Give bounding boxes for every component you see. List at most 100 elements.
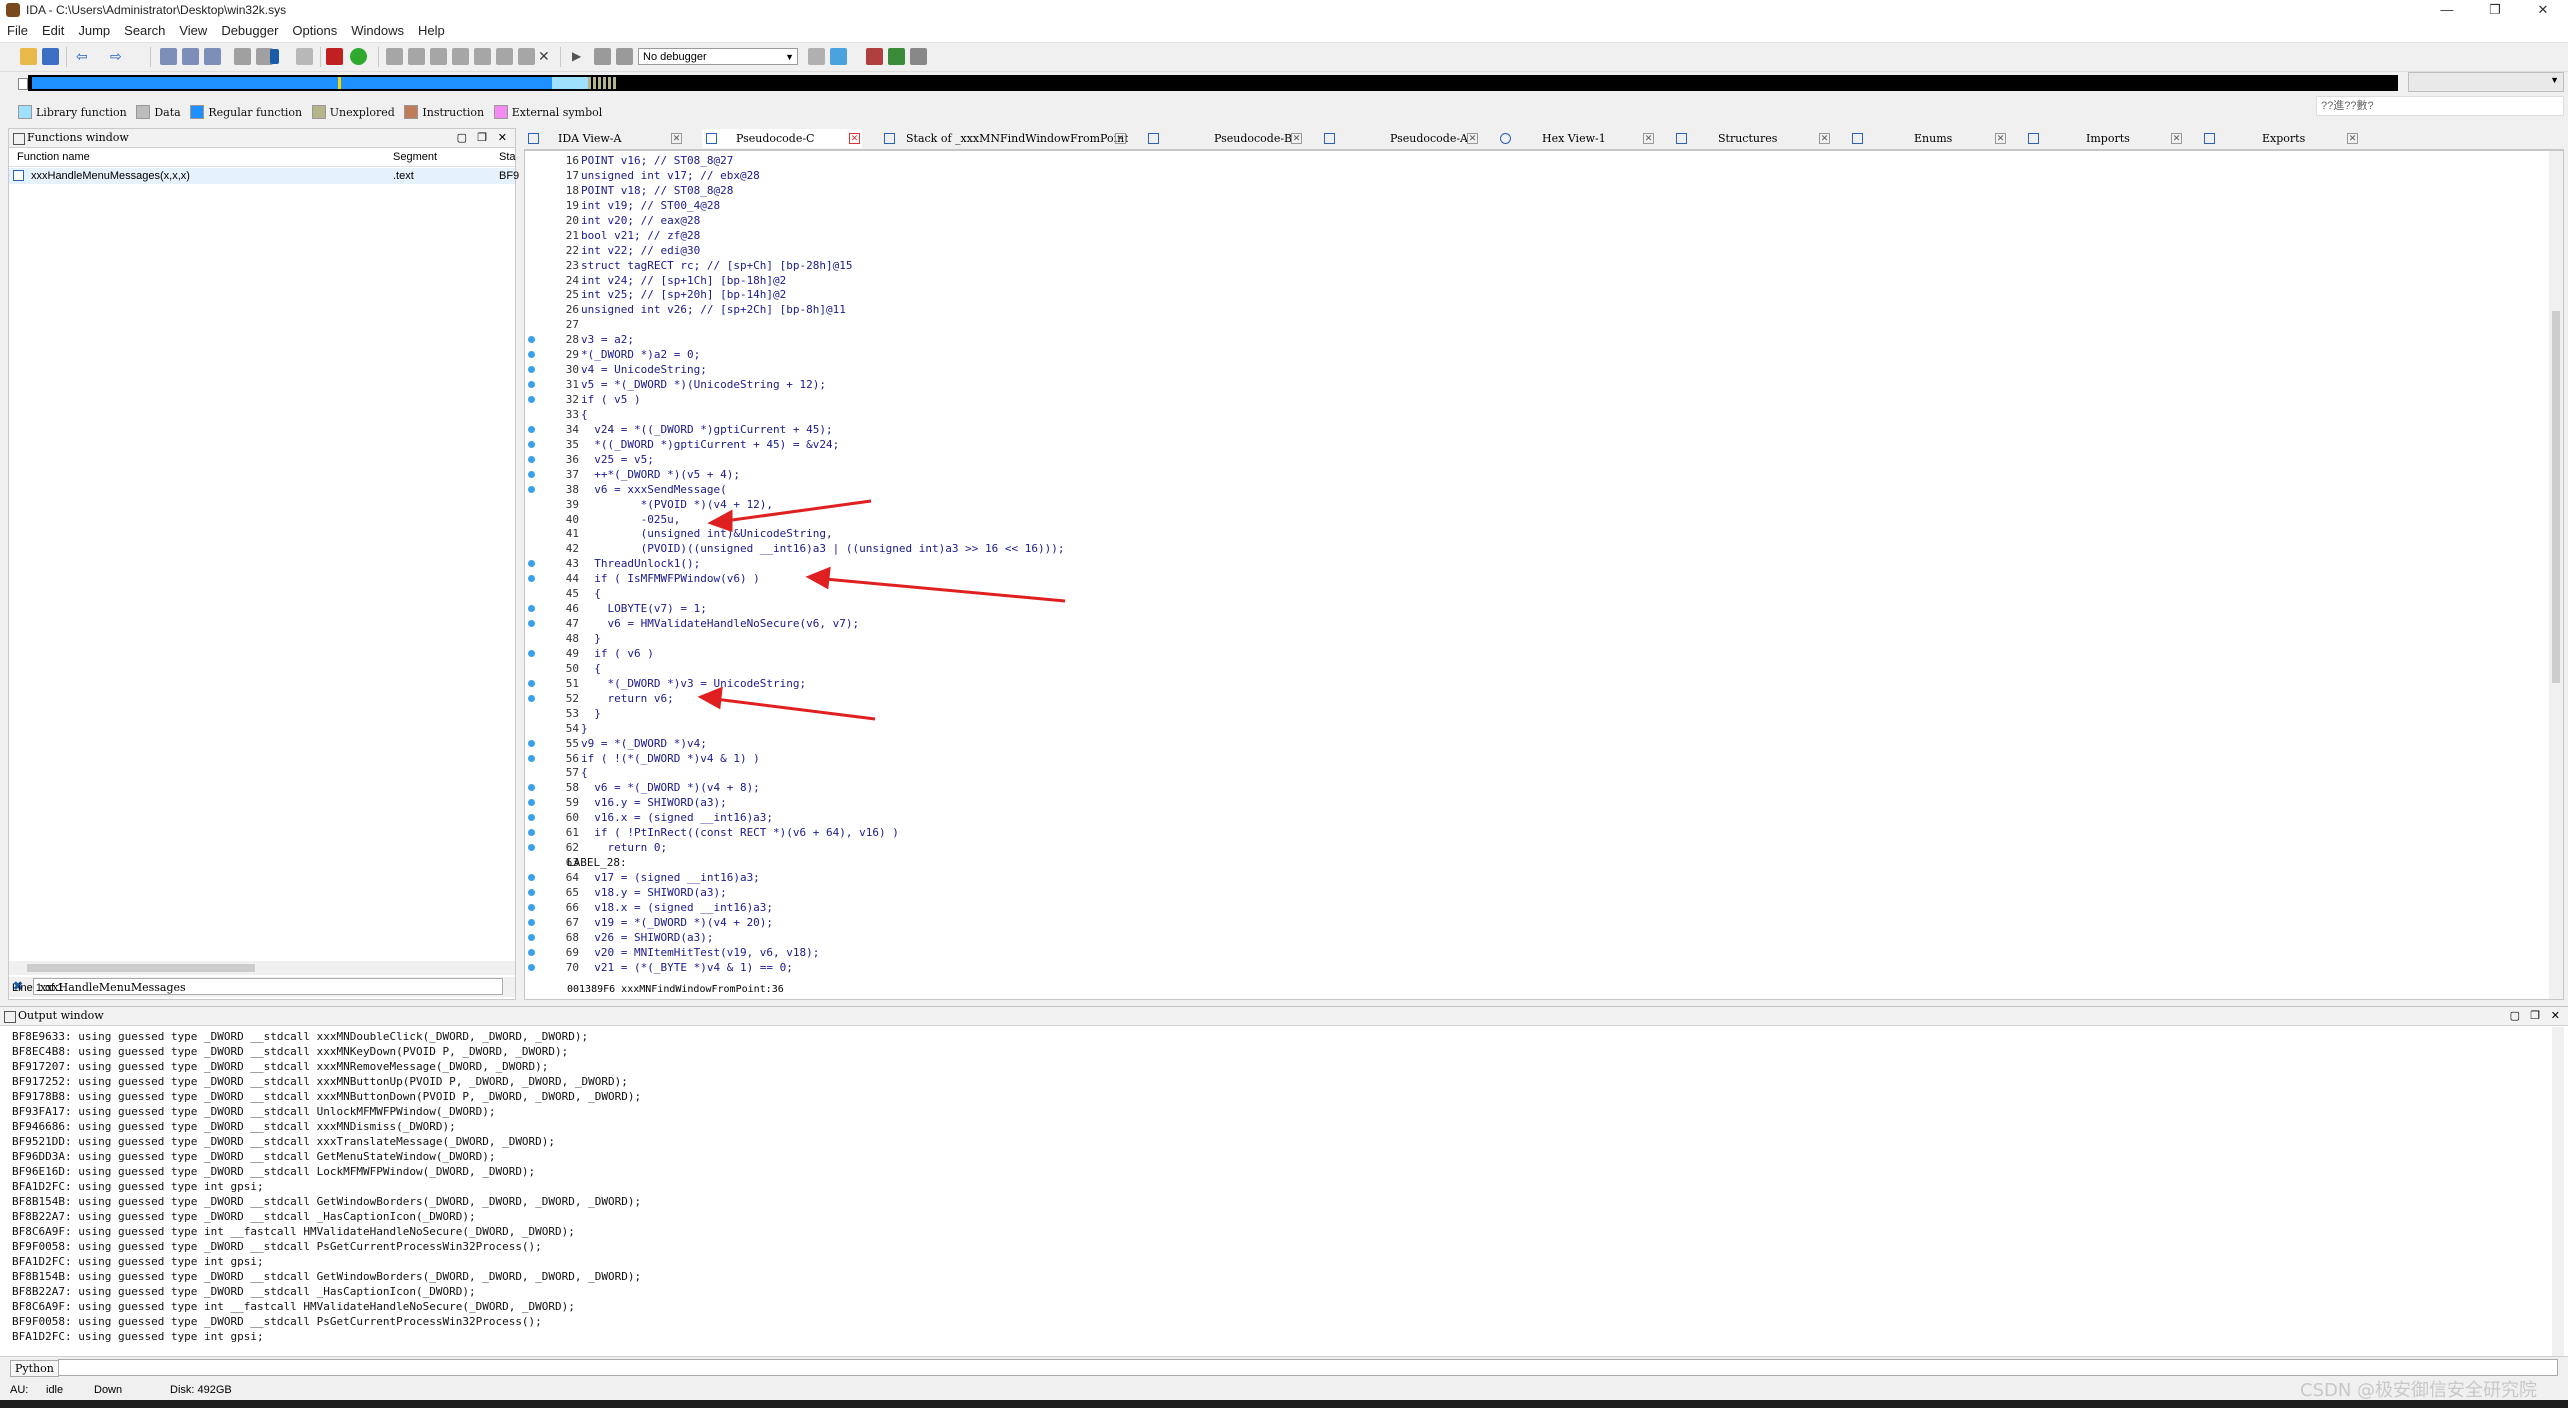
breakpoint-dot-icon[interactable]: [528, 918, 535, 926]
breakpoint-dot-icon[interactable]: [528, 381, 535, 389]
run-green-icon[interactable]: [350, 48, 367, 65]
code-line[interactable]: 45 {: [525, 586, 2525, 601]
code-line[interactable]: 60 v16.x = (signed __int16)a3;: [525, 810, 2525, 825]
close-button[interactable]: ✕: [2520, 0, 2566, 20]
refresh-icon[interactable]: [830, 48, 847, 65]
breakpoint-dot-icon[interactable]: [528, 754, 535, 762]
breakpoint-dot-icon[interactable]: [528, 888, 535, 896]
code-line[interactable]: 36 v25 = v5;: [525, 452, 2525, 467]
tab-pseudocode-c[interactable]: Pseudocode-C ✕: [702, 129, 862, 148]
code-line[interactable]: 28 v3 = a2;: [525, 332, 2525, 347]
breakpoint-dot-icon[interactable]: [528, 694, 535, 702]
breakpoint-dot-icon[interactable]: [528, 948, 535, 956]
code-line[interactable]: 31 v5 = *(_DWORD *)(UnicodeString + 12);: [525, 377, 2525, 392]
code-line[interactable]: 57{: [525, 765, 2525, 780]
close-icon[interactable]: ✕: [1643, 133, 1654, 144]
code-line[interactable]: 38 v6 = xxxSendMessage(: [525, 482, 2525, 497]
code-line[interactable]: 55 v9 = *(_DWORD *)v4;: [525, 736, 2525, 751]
menu-jump[interactable]: Jump: [71, 20, 117, 41]
breakpoint-dot-icon[interactable]: [528, 485, 535, 493]
close-icon[interactable]: ✕: [2347, 133, 2358, 144]
breakpoint-dot-icon[interactable]: [528, 366, 535, 374]
code-line[interactable]: 58 v6 = *(_DWORD *)(v4 + 8);: [525, 780, 2525, 795]
code-line[interactable]: 48 }: [525, 631, 2525, 646]
menu-edit[interactable]: Edit: [35, 20, 71, 41]
code-line[interactable]: 24 int v24; // [sp+1Ch] [bp-18h]@2: [525, 273, 2525, 288]
forward-arrow-icon[interactable]: ⇨: [110, 48, 127, 65]
code-line[interactable]: 43 ThreadUnlock1();: [525, 556, 2525, 571]
menu-options[interactable]: Options: [285, 20, 344, 41]
code-line[interactable]: 16 POINT v16; // ST08_8@27: [525, 153, 2525, 168]
close-icon[interactable]: ✕: [1819, 133, 1830, 144]
breakpoint-dot-icon[interactable]: [528, 605, 535, 613]
close-icon[interactable]: ✕: [1995, 133, 2006, 144]
tab-stack-frame[interactable]: Stack of _xxxMNFindWindowFromPoint@12✕: [880, 129, 1128, 148]
breakpoint-dot-icon[interactable]: [528, 933, 535, 941]
back-arrow-icon[interactable]: ⇦: [76, 48, 93, 65]
xref-icon[interactable]: [296, 48, 313, 65]
graph-icon[interactable]: [326, 48, 343, 65]
code-line[interactable]: 41 (unsigned int)&UnicodeString,: [525, 526, 2525, 541]
breakpoint-dot-icon[interactable]: [528, 560, 535, 568]
navigation-band[interactable]: [0, 72, 2400, 94]
struct-icon[interactable]: [408, 48, 425, 65]
code-line[interactable]: 40 -025u,: [525, 512, 2525, 527]
code-line[interactable]: 32 if ( v5 ): [525, 392, 2525, 407]
search-binary-icon[interactable]: [160, 48, 177, 65]
breakpoint-dot-icon[interactable]: [528, 336, 535, 344]
save-icon[interactable]: [42, 48, 59, 65]
close-icon[interactable]: ✕: [1291, 133, 1302, 144]
breakpoint-dot-icon[interactable]: [528, 575, 535, 583]
hex-icon[interactable]: [386, 48, 403, 65]
add-bp-icon[interactable]: [888, 48, 905, 65]
breakpoint-dot-icon[interactable]: [528, 963, 535, 971]
breakpoint-dot-icon[interactable]: [528, 903, 535, 911]
python-command-input[interactable]: [58, 1359, 2558, 1376]
menu-search[interactable]: Search: [117, 20, 172, 41]
breakpoint-dot-icon[interactable]: [528, 396, 535, 403]
breakpoint-dot-icon[interactable]: [528, 425, 535, 433]
navigation-band-bar[interactable]: [28, 75, 2398, 91]
code-line[interactable]: 68 v26 = SHIWORD(a3);: [525, 930, 2525, 945]
breakpoint-dot-icon[interactable]: [528, 874, 535, 881]
code-line[interactable]: 47 v6 = HMValidateHandleNoSecure(v6, v7)…: [525, 616, 2525, 631]
code-line[interactable]: 46 LOBYTE(v7) = 1;: [525, 601, 2525, 616]
code-line[interactable]: 59 v16.y = SHIWORD(a3);: [525, 795, 2525, 810]
attach-icon[interactable]: [808, 48, 825, 65]
breakpoint-dot-icon[interactable]: [528, 455, 535, 463]
code-line[interactable]: 25 int v25; // [sp+20h] [bp-14h]@2: [525, 287, 2525, 302]
menu-debugger[interactable]: Debugger: [214, 20, 285, 41]
trace-icon[interactable]: [910, 48, 927, 65]
column-function-name[interactable]: Function name: [17, 148, 90, 166]
close-icon[interactable]: ✕: [671, 133, 682, 144]
data-icon[interactable]: [474, 48, 491, 65]
code-line[interactable]: 42 (PVOID)((unsigned __int16)a3 | ((unsi…: [525, 541, 2525, 556]
code-line[interactable]: 33{: [525, 407, 2525, 422]
down-arrow-icon[interactable]: [270, 49, 279, 64]
filter-input[interactable]: xxxHandleMenuMessages: [33, 978, 503, 995]
vertical-scrollbar[interactable]: [2552, 1027, 2564, 1357]
column-segment[interactable]: Segment: [393, 148, 437, 166]
menu-help[interactable]: Help: [411, 20, 452, 41]
search-next-icon[interactable]: [204, 48, 221, 65]
code-line[interactable]: 64 v17 = (signed __int16)a3;: [525, 870, 2525, 885]
code-line[interactable]: 23 struct tagRECT rc; // [sp+Ch] [bp-28h]…: [525, 258, 2525, 273]
code-line[interactable]: 66 v18.x = (signed __int16)a3;: [525, 900, 2525, 915]
breakpoint-dot-icon[interactable]: [528, 620, 535, 628]
breakpoint-dot-icon[interactable]: [528, 844, 535, 852]
code-line[interactable]: 63 LABEL_28:: [525, 855, 2525, 870]
breakpoint-dot-icon[interactable]: [528, 799, 535, 807]
code-line[interactable]: 19 int v19; // ST00_4@28: [525, 198, 2525, 213]
tab-structures[interactable]: Structures ✕: [1672, 129, 1832, 148]
python-button[interactable]: Python: [10, 1360, 59, 1377]
vertical-scrollbar[interactable]: [2549, 151, 2563, 999]
code-line[interactable]: 30 v4 = UnicodeString;: [525, 362, 2525, 377]
code-line[interactable]: 50 {: [525, 661, 2525, 676]
breakpoint-icon[interactable]: [866, 48, 883, 65]
float-panel-icon[interactable]: ❐: [477, 129, 487, 147]
breakpoint-dot-icon[interactable]: [528, 351, 535, 359]
code-line[interactable]: 26 unsigned int v26; // [sp+2Ch] [bp-8h]@…: [525, 302, 2525, 317]
code-line[interactable]: 52 return v6;: [525, 691, 2525, 706]
breakpoint-dot-icon[interactable]: [528, 440, 535, 448]
restore-panel-icon[interactable]: ▢: [457, 129, 467, 147]
